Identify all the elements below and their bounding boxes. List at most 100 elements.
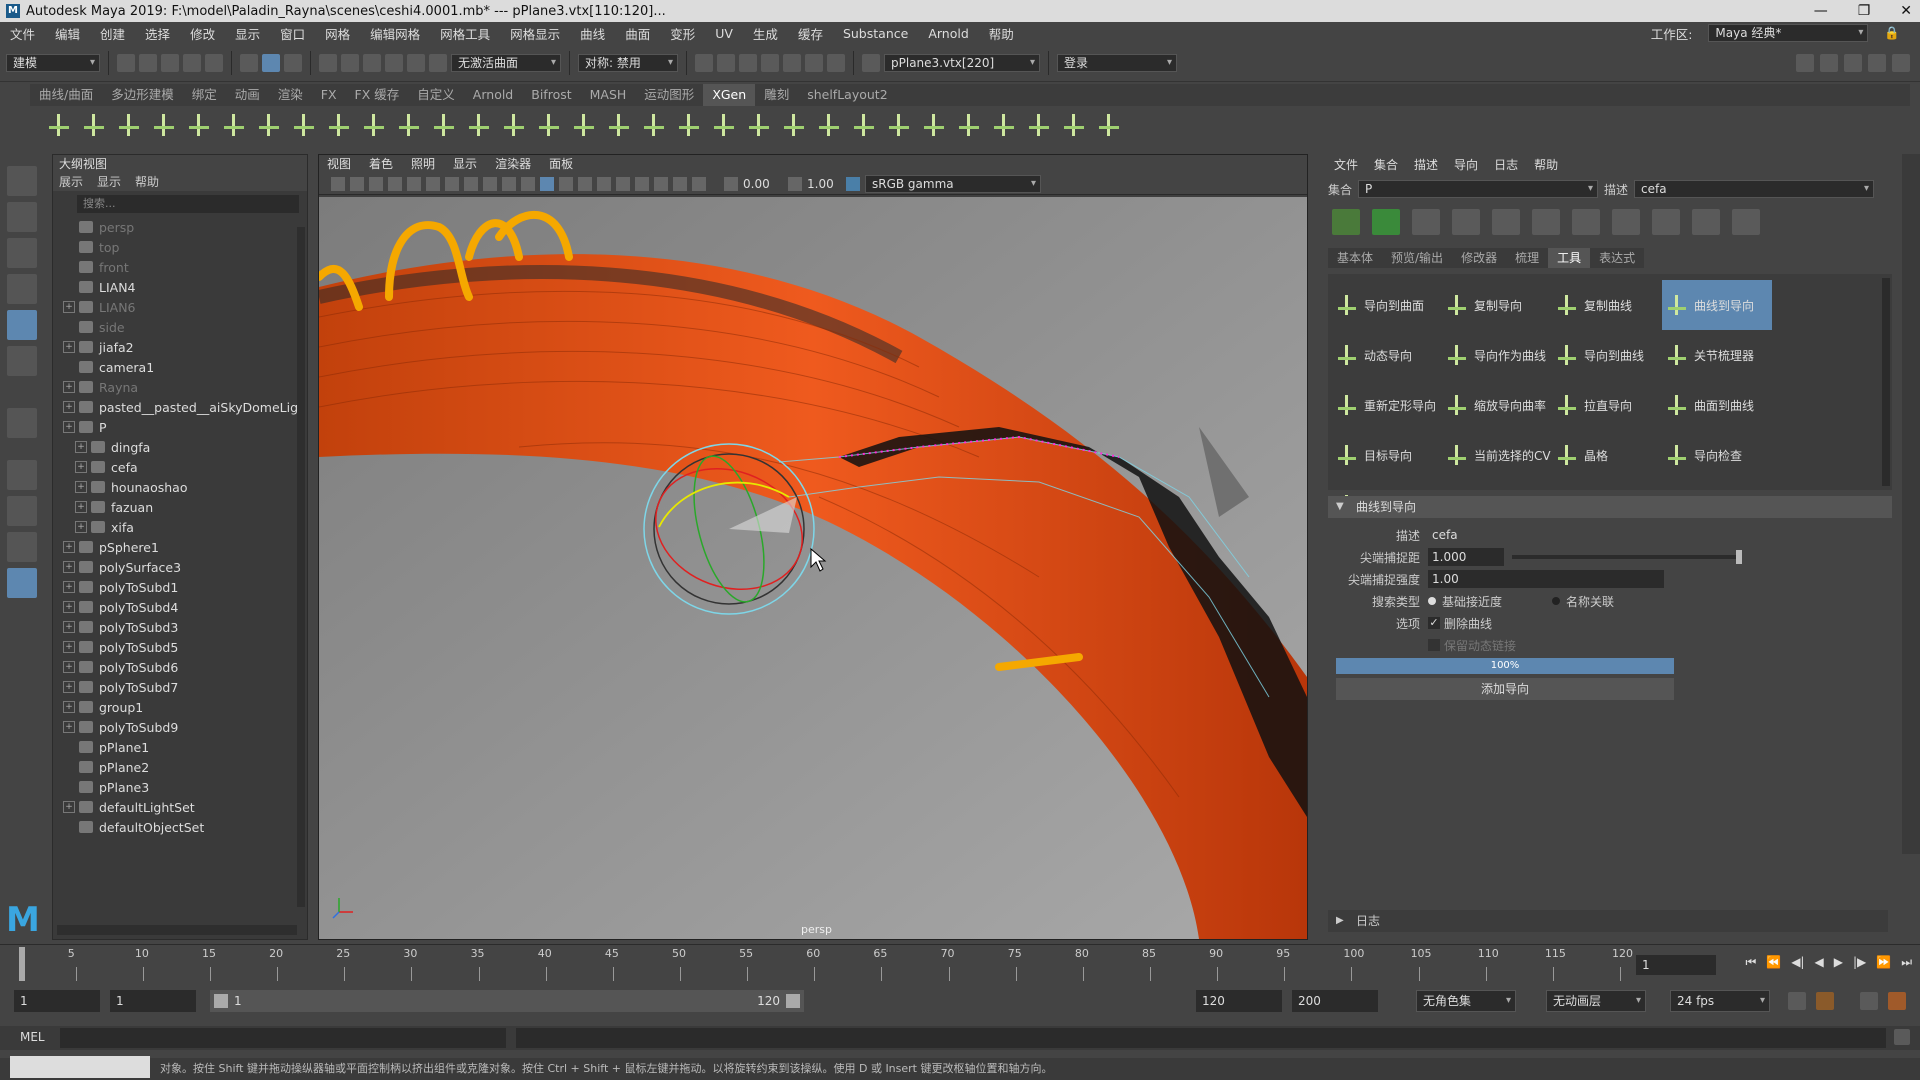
outliner-item[interactable]: + dingfa — [53, 437, 307, 457]
menu-3[interactable]: 选择 — [135, 24, 180, 43]
lasso-tool-icon[interactable] — [7, 202, 37, 232]
outliner-item[interactable]: + group1 — [53, 697, 307, 717]
outliner-item[interactable]: + pasted__pasted__aiSkyDomeLigh — [53, 397, 307, 417]
expand-icon[interactable]: + — [63, 701, 75, 713]
create-description-icon[interactable] — [1332, 209, 1360, 235]
xgen-menu-item[interactable]: 文件 — [1334, 154, 1358, 176]
shelf-tab-2[interactable]: 绑定 — [183, 84, 226, 106]
gamma-value[interactable]: 1.00 — [807, 177, 841, 191]
xgen-menu-item[interactable]: 导向 — [1454, 154, 1478, 176]
camera-select-icon[interactable] — [331, 176, 345, 191]
xgen-shelf-tool-icon[interactable] — [956, 112, 982, 138]
go-to-start-icon[interactable]: ⏮ — [1745, 955, 1756, 970]
rotate-tool-icon[interactable] — [7, 310, 37, 340]
go-to-end-icon[interactable]: ⏭ — [1901, 955, 1912, 970]
outliner-item[interactable]: + polyToSubd9 — [53, 717, 307, 737]
xgen-tool-button[interactable]: 缩放导向曲率 — [1442, 380, 1552, 430]
xgen-shelf-tool-icon[interactable] — [641, 112, 667, 138]
guide-visibility-icon[interactable] — [1732, 209, 1760, 235]
expand-icon[interactable]: + — [63, 601, 75, 613]
menu-9[interactable]: 网格工具 — [430, 24, 500, 43]
xgen-shelf-tool-icon[interactable] — [536, 112, 562, 138]
shelf-tab-0[interactable]: 曲线/曲面 — [30, 84, 102, 106]
range-slider[interactable]: 1 120 — [210, 990, 804, 1012]
menu-4[interactable]: 修改 — [180, 24, 225, 43]
animation-start-field[interactable]: 1 — [14, 990, 100, 1012]
menu-0[interactable]: 文件 — [0, 24, 45, 43]
menu-15[interactable]: 生成 — [743, 24, 788, 43]
loop-icon[interactable] — [1788, 992, 1806, 1010]
xgen-shelf-tool-icon[interactable] — [781, 112, 807, 138]
xgen-shelf-tool-icon[interactable] — [396, 112, 422, 138]
outliner-item[interactable]: + xifa — [53, 517, 307, 537]
xgen-menu-item[interactable]: 日志 — [1494, 154, 1518, 176]
shelf-tab-7[interactable]: 自定义 — [408, 84, 464, 106]
pause-icon[interactable] — [827, 53, 845, 72]
restore-icon[interactable]: ❐ — [1858, 0, 1871, 22]
outliner-item[interactable]: + jiafa2 — [53, 337, 307, 357]
outliner-item[interactable]: pPlane3 — [53, 777, 307, 797]
render-current-icon[interactable] — [695, 53, 713, 72]
xray-icon[interactable] — [635, 176, 649, 191]
single-perspective-layout-icon[interactable] — [7, 460, 37, 490]
xgen-menu-item[interactable]: 集合 — [1374, 154, 1398, 176]
fps-dropdown[interactable]: 24 fps — [1670, 990, 1770, 1012]
snap-live-icon[interactable] — [429, 53, 447, 72]
safe-action-icon[interactable] — [502, 176, 516, 191]
snap-curve-icon[interactable] — [341, 53, 359, 72]
outliner-item[interactable]: + hounaoshao — [53, 477, 307, 497]
snap-grid-icon[interactable] — [319, 53, 337, 72]
create-collection-icon[interactable] — [1372, 209, 1400, 235]
shelf-tab-11[interactable]: 运动图形 — [635, 84, 703, 106]
expand-icon[interactable]: + — [63, 621, 75, 633]
outliner-item[interactable]: + pSphere1 — [53, 537, 307, 557]
shelf-options-icon[interactable] — [12, 86, 26, 146]
menu-6[interactable]: 窗口 — [270, 24, 315, 43]
ao-icon[interactable] — [673, 176, 687, 191]
outliner-menu-item[interactable]: 显示 — [97, 173, 121, 191]
close-icon[interactable]: ✕ — [1900, 0, 1912, 22]
expand-icon[interactable]: + — [63, 581, 75, 593]
input-field-toggle-icon[interactable] — [862, 53, 880, 72]
xgen-shelf-tool-icon[interactable] — [816, 112, 842, 138]
tip-snap-dist-input[interactable]: 1.000 — [1428, 548, 1504, 566]
arnold-render-icon[interactable] — [805, 53, 823, 72]
radio-proximity[interactable] — [1428, 597, 1436, 605]
xgen-tab-0[interactable]: 基本体 — [1328, 248, 1383, 268]
outliner-item[interactable]: pPlane1 — [53, 737, 307, 757]
grid-toggle-icon[interactable] — [407, 176, 421, 191]
aa-icon[interactable] — [692, 176, 706, 191]
shelf-tab-14[interactable]: shelfLayout2 — [798, 84, 896, 106]
expand-icon[interactable]: + — [63, 341, 75, 353]
xgen-shelf-tool-icon[interactable] — [501, 112, 527, 138]
exposure-icon[interactable] — [724, 176, 738, 191]
cmd-language-label[interactable]: MEL — [20, 1030, 45, 1044]
outliner-item[interactable]: + defaultLightSet — [53, 797, 307, 817]
outliner-item[interactable]: persp — [53, 217, 307, 237]
xgen-tool-button[interactable]: 曲面到曲线 — [1662, 380, 1772, 430]
xgen-shelf-tool-icon[interactable] — [711, 112, 737, 138]
wireframe-on-shaded-icon[interactable] — [559, 176, 573, 191]
step-back-key-icon[interactable]: ⏪ — [1766, 955, 1781, 970]
add-guides-button[interactable]: 添加导向 — [1336, 678, 1674, 700]
xgen-shelf-tool-icon[interactable] — [571, 112, 597, 138]
side-tabs-strip[interactable] — [1902, 154, 1920, 854]
outliner-item[interactable]: + polySurface3 — [53, 557, 307, 577]
select-hierarchy-icon[interactable] — [240, 53, 258, 72]
menu-12[interactable]: 曲面 — [615, 24, 660, 43]
expand-icon[interactable]: + — [63, 301, 75, 313]
xgen-tool-button[interactable]: 导向作为曲线 — [1442, 330, 1552, 380]
play-forward-icon[interactable]: ▶ — [1834, 955, 1843, 970]
outliner-item[interactable]: defaultObjectSet — [53, 817, 307, 837]
render-settings-icon[interactable] — [739, 53, 757, 72]
log-section[interactable]: ▶ 日志 — [1328, 910, 1888, 932]
keep-dyn-checkbox[interactable] — [1428, 639, 1440, 651]
step-forward-key-icon[interactable]: ⏩ — [1876, 955, 1891, 970]
xgen-tab-3[interactable]: 梳理 — [1506, 248, 1549, 268]
login-dropdown[interactable]: 登录 — [1057, 53, 1177, 72]
anim-layer-dropdown[interactable]: 无动画层 — [1546, 990, 1646, 1012]
outliner-item[interactable]: + polyToSubd4 — [53, 597, 307, 617]
guide-tip-icon[interactable] — [1532, 209, 1560, 235]
tip-snap-strength-input[interactable]: 1.00 — [1428, 570, 1664, 588]
render-view-icon[interactable] — [783, 53, 801, 72]
